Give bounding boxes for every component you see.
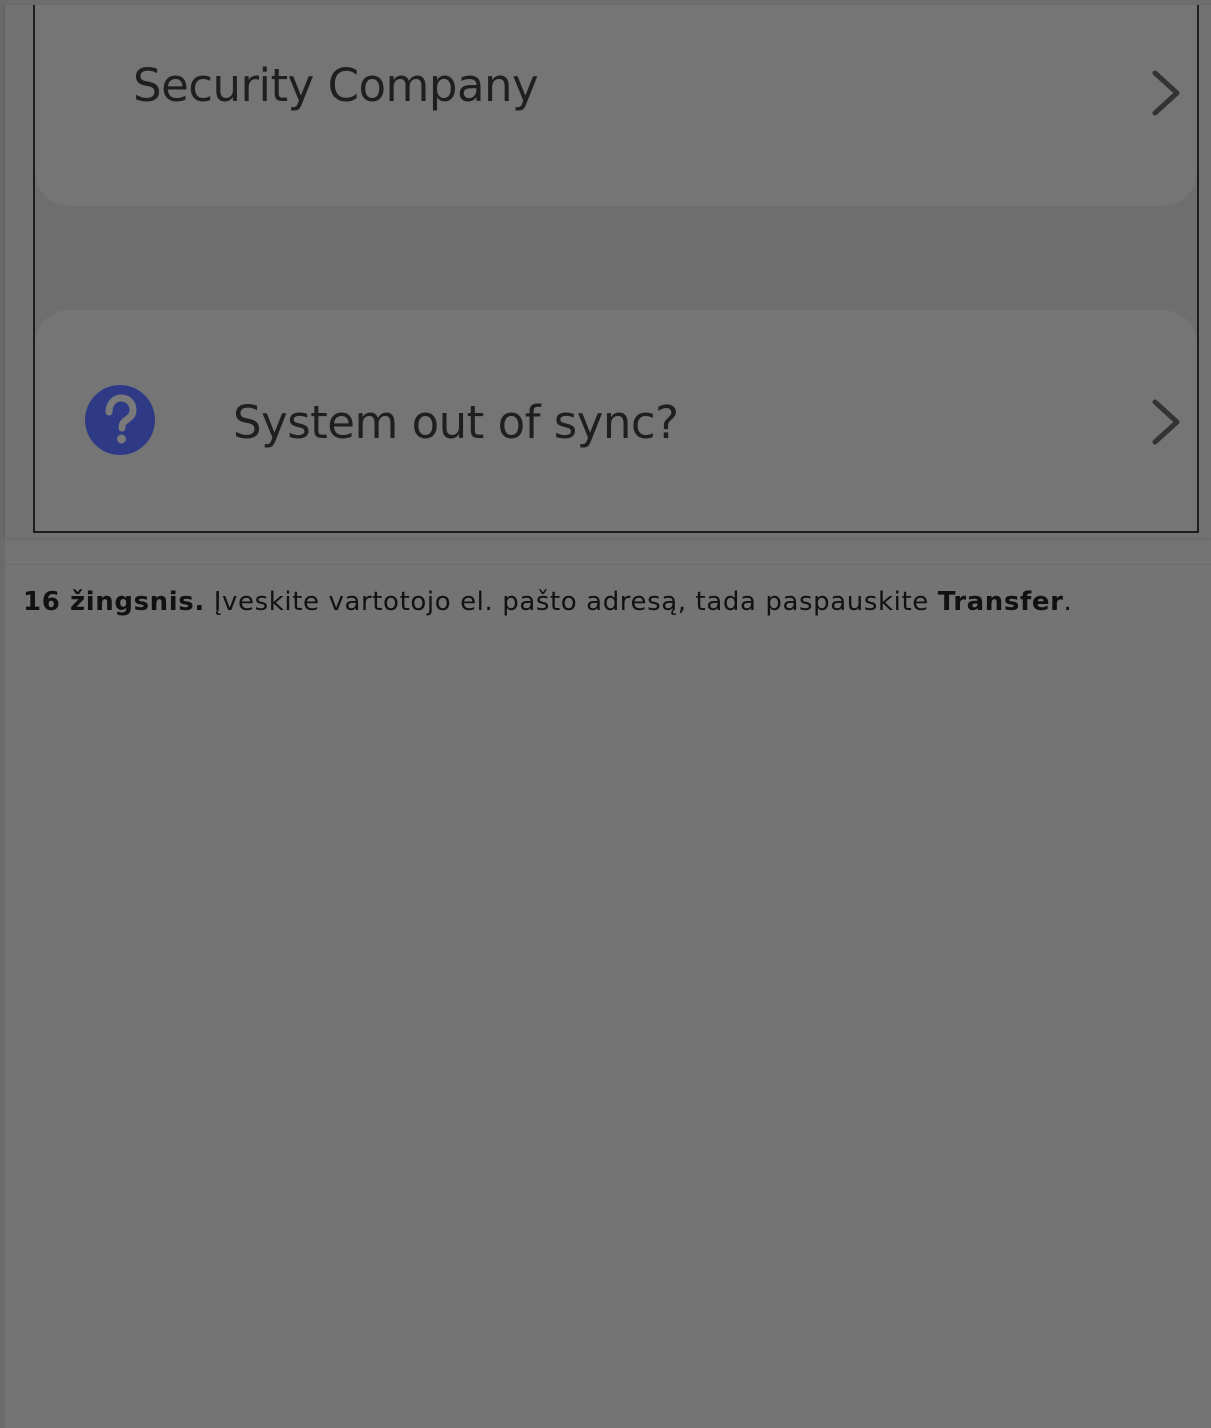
chevron-right-icon bbox=[1152, 70, 1180, 116]
app-screenshot-card: Security Company System out of sync? bbox=[5, 5, 1211, 538]
menu-item-security-company[interactable]: Security Company bbox=[35, 5, 1197, 206]
page: Security Company System out of sync? 16 … bbox=[0, 0, 1211, 1428]
end-punct: . bbox=[1063, 587, 1073, 617]
security-company-label: Security Company bbox=[133, 59, 539, 112]
chevron-right-icon bbox=[1152, 399, 1180, 445]
menu-item-system-out-of-sync[interactable]: System out of sync? bbox=[35, 310, 1197, 531]
screenshot-frame: Security Company System out of sync? bbox=[33, 5, 1199, 533]
action-label: Transfer bbox=[937, 587, 1064, 617]
step-body: Įveskite vartotojo el. pašto adresą, tad… bbox=[204, 587, 938, 617]
step-instruction: 16 žingsnis. Įveskite vartotojo el. pašt… bbox=[23, 587, 1072, 617]
question-circle-icon bbox=[85, 385, 155, 455]
step-label: 16 žingsnis. bbox=[23, 587, 205, 617]
system-out-of-sync-label: System out of sync? bbox=[233, 396, 679, 449]
instruction-panel: 16 žingsnis. Įveskite vartotojo el. pašt… bbox=[5, 564, 1211, 1428]
